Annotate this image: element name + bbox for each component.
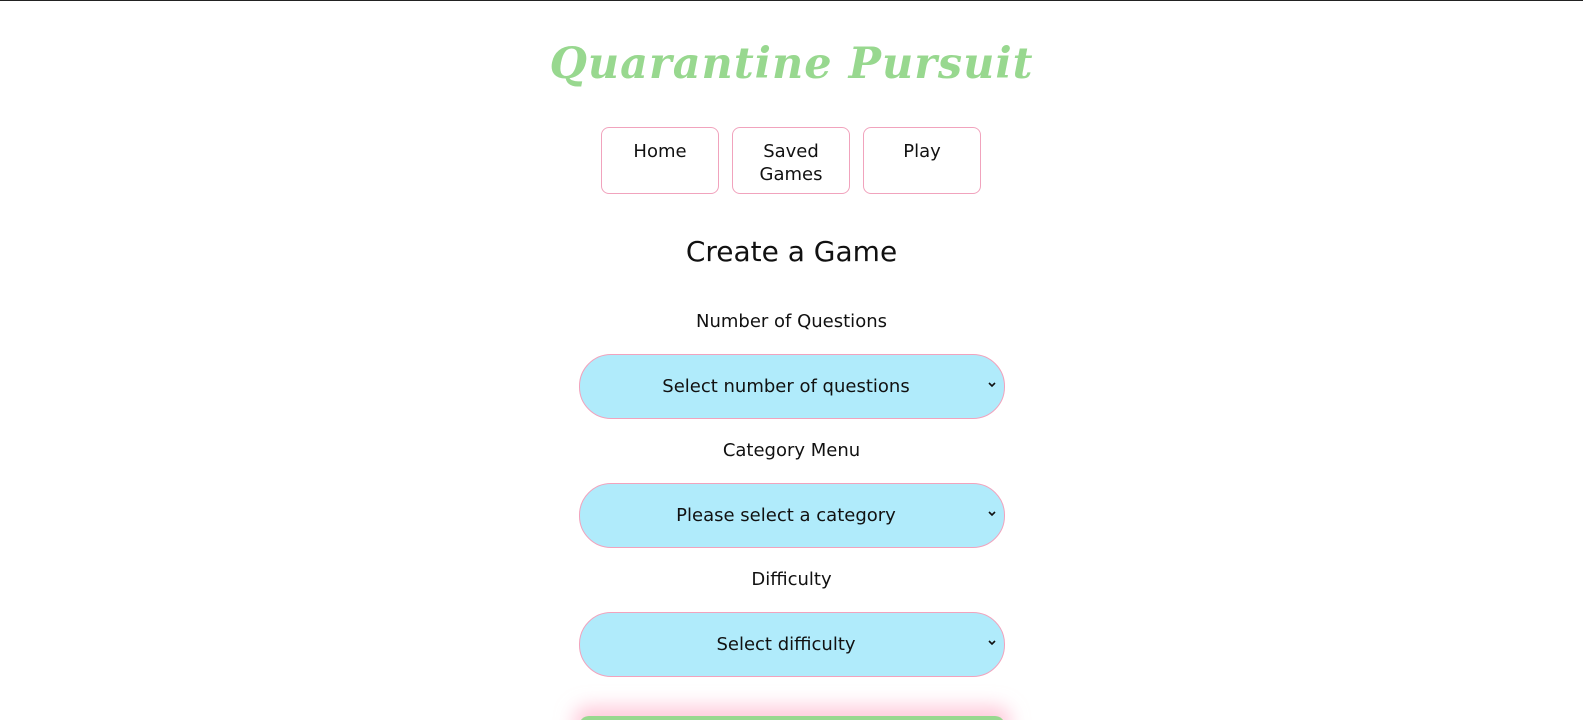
nav-home-label: Home (633, 141, 687, 162)
chevron-down-icon (988, 382, 996, 388)
page-heading: Create a Game (685, 235, 898, 268)
number-of-questions-label: Number of Questions (696, 311, 887, 332)
category-value: Please select a category (676, 505, 896, 526)
chevron-down-icon (988, 640, 996, 646)
difficulty-value: Select difficulty (716, 634, 856, 655)
number-of-questions-value: Select number of questions (662, 376, 910, 397)
difficulty-select[interactable]: Select difficulty (579, 612, 1005, 677)
nav-play-label: Play (903, 141, 941, 162)
difficulty-label: Difficulty (751, 569, 832, 590)
submit-button[interactable] (579, 716, 1005, 720)
category-menu-label: Category Menu (722, 440, 861, 461)
top-divider (0, 0, 1583, 1)
site-title: Quarantine Pursuit (549, 39, 1034, 89)
main-nav: Home Saved Games Play (601, 127, 981, 194)
number-of-questions-select[interactable]: Select number of questions (579, 354, 1005, 419)
nav-saved-games-button[interactable]: Saved Games (732, 127, 850, 194)
category-select[interactable]: Please select a category (579, 483, 1005, 548)
page: Quarantine Pursuit Home Saved Games Play… (0, 0, 1583, 720)
chevron-down-icon (988, 511, 996, 517)
nav-saved-games-label: Saved Games (759, 141, 823, 185)
nav-home-button[interactable]: Home (601, 127, 719, 194)
nav-play-button[interactable]: Play (863, 127, 981, 194)
